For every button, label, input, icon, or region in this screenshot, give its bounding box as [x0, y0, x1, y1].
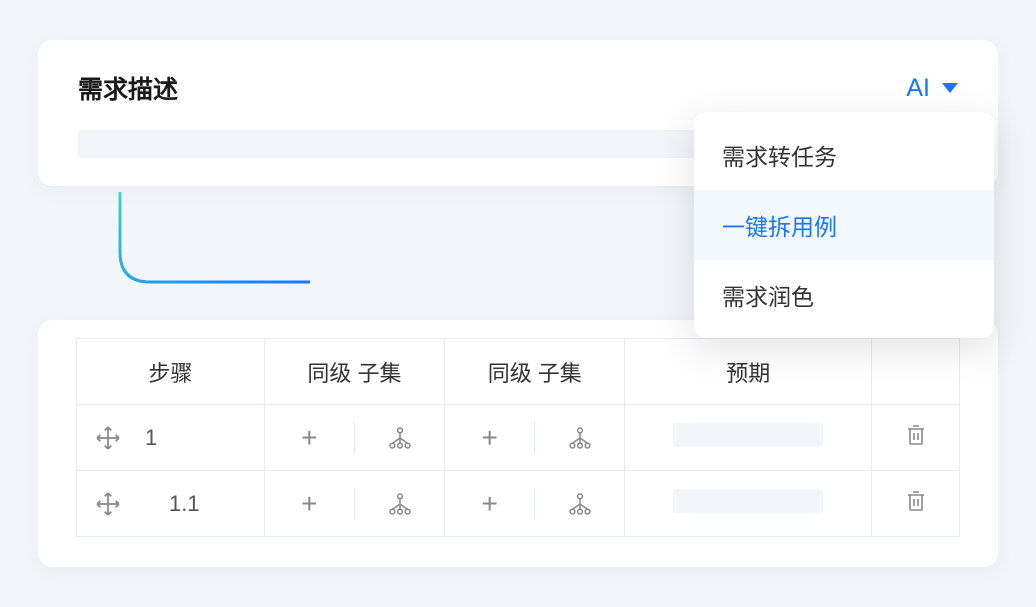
- plus-icon: +: [301, 490, 317, 518]
- add-sibling-button[interactable]: +: [445, 487, 534, 521]
- expected-input[interactable]: [673, 423, 823, 447]
- trash-icon: [904, 423, 928, 447]
- tree-icon: [567, 425, 593, 451]
- add-child-button[interactable]: [355, 487, 444, 521]
- plus-icon: +: [481, 424, 497, 452]
- step-number: 1.1: [145, 491, 200, 517]
- ai-label: AI: [906, 74, 930, 103]
- plus-icon: +: [301, 424, 317, 452]
- tree-icon: [387, 491, 413, 517]
- col-sibling-child-1: 同级 子集: [264, 339, 444, 405]
- add-sibling-button[interactable]: +: [445, 421, 534, 455]
- tree-icon: [567, 491, 593, 517]
- trash-icon: [904, 489, 928, 513]
- ai-dropdown-trigger[interactable]: AI: [906, 74, 958, 103]
- add-child-button[interactable]: [535, 421, 624, 455]
- tree-icon: [387, 425, 413, 451]
- ai-dropdown-menu: 需求转任务 一键拆用例 需求润色: [694, 112, 994, 338]
- table-row: 1.1 +: [77, 471, 960, 537]
- add-sibling-button[interactable]: +: [265, 421, 354, 455]
- step-number: 1: [145, 425, 157, 451]
- connector-line: [110, 192, 310, 322]
- steps-card: 步骤 同级 子集 同级 子集 预期 1: [38, 320, 998, 567]
- delete-button[interactable]: [904, 489, 928, 513]
- requirement-title: 需求描述: [78, 70, 178, 106]
- add-child-button[interactable]: [535, 487, 624, 521]
- delete-button[interactable]: [904, 423, 928, 447]
- dropdown-item-to-task[interactable]: 需求转任务: [694, 120, 994, 190]
- plus-icon: +: [481, 490, 497, 518]
- caret-down-icon: [942, 83, 958, 93]
- move-icon[interactable]: [95, 491, 121, 517]
- move-icon[interactable]: [95, 425, 121, 451]
- expected-input[interactable]: [673, 489, 823, 513]
- dropdown-item-split-case[interactable]: 一键拆用例: [694, 190, 994, 260]
- add-child-button[interactable]: [355, 421, 444, 455]
- col-step: 步骤: [77, 339, 265, 405]
- col-expected: 预期: [625, 339, 872, 405]
- col-actions: [872, 339, 960, 405]
- col-sibling-child-2: 同级 子集: [445, 339, 625, 405]
- dropdown-item-polish[interactable]: 需求润色: [694, 260, 994, 330]
- steps-table: 步骤 同级 子集 同级 子集 预期 1: [76, 338, 960, 537]
- add-sibling-button[interactable]: +: [265, 487, 354, 521]
- table-row: 1 +: [77, 405, 960, 471]
